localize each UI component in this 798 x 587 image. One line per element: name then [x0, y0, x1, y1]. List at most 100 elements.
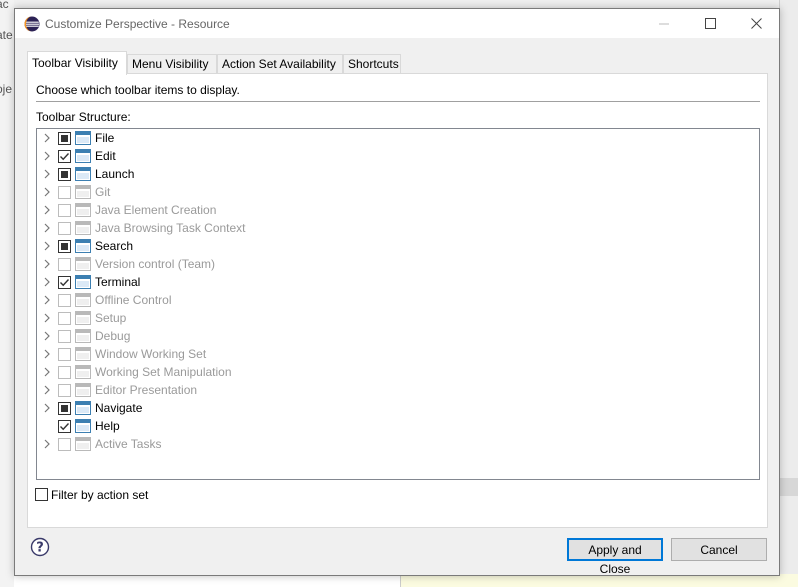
- maximize-button[interactable]: [687, 9, 733, 38]
- chevron-right-icon[interactable]: [43, 223, 51, 233]
- tree-item-label: Terminal: [95, 275, 141, 289]
- tree-item[interactable]: Active Tasks: [37, 435, 757, 453]
- chevron-right-icon[interactable]: [43, 367, 51, 377]
- chevron-right-icon[interactable]: [43, 241, 51, 251]
- help-icon[interactable]: ?: [30, 537, 50, 557]
- panel-description: Choose which toolbar items to display.: [36, 83, 240, 97]
- tab-toolbar-visibility[interactable]: Toolbar Visibility: [27, 51, 127, 75]
- toolbar-icon: [75, 239, 91, 253]
- apply-and-close-button[interactable]: Apply and Close: [567, 538, 663, 576]
- toolbar-icon: [75, 365, 91, 379]
- background-fragment: ac: [0, 0, 9, 11]
- tree-item[interactable]: Navigate: [37, 399, 757, 417]
- minimize-icon: [658, 23, 669, 25]
- tab-action-set-availability[interactable]: Action Set Availability: [217, 54, 343, 74]
- filter-checkbox-box[interactable]: [35, 488, 48, 501]
- chevron-right-icon[interactable]: [43, 331, 51, 341]
- tree-item-label: Setup: [95, 311, 127, 325]
- tree-item[interactable]: Help: [37, 417, 757, 435]
- tree-item-label: Launch: [95, 167, 135, 181]
- customize-perspective-dialog: Customize Perspective - Resource Toolbar…: [14, 8, 780, 576]
- tree-item[interactable]: Editor Presentation: [37, 381, 757, 399]
- tree-item-checkbox[interactable]: [58, 204, 71, 217]
- tree-item-label: Java Browsing Task Context: [95, 221, 246, 235]
- close-button[interactable]: [733, 9, 779, 38]
- tree-item-checkbox[interactable]: [58, 258, 71, 271]
- background-ide-left: ac ate oje: [0, 0, 14, 587]
- tree-item[interactable]: Edit: [37, 147, 757, 165]
- chevron-right-icon[interactable]: [43, 133, 51, 143]
- eclipse-icon: [24, 16, 40, 32]
- toolbar-icon: [75, 131, 91, 145]
- tab-shortcuts[interactable]: Shortcuts: [343, 54, 401, 74]
- tree-item[interactable]: Search: [37, 237, 757, 255]
- toolbar-icon: [75, 329, 91, 343]
- tree-item-checkbox[interactable]: [58, 132, 71, 145]
- chevron-right-icon[interactable]: [43, 385, 51, 395]
- toolbar-icon: [75, 167, 91, 181]
- chevron-right-icon[interactable]: [43, 169, 51, 179]
- tree-item-checkbox[interactable]: [58, 240, 71, 253]
- tree-item-checkbox[interactable]: [58, 294, 71, 307]
- tree-item-label: Help: [95, 419, 120, 433]
- background-ide-right: [779, 0, 798, 587]
- chevron-right-icon[interactable]: [43, 403, 51, 413]
- toolbar-visibility-panel: Choose which toolbar items to display. T…: [27, 73, 768, 528]
- toolbar-icon: [75, 149, 91, 163]
- tree-item-checkbox[interactable]: [58, 276, 71, 289]
- tree-item-checkbox[interactable]: [58, 186, 71, 199]
- minimize-button[interactable]: [641, 9, 687, 38]
- tree-item[interactable]: Terminal: [37, 273, 757, 291]
- tree-item[interactable]: Java Browsing Task Context: [37, 219, 757, 237]
- chevron-right-icon[interactable]: [43, 439, 51, 449]
- tree-item[interactable]: Setup: [37, 309, 757, 327]
- tree-item[interactable]: Git: [37, 183, 757, 201]
- chevron-right-icon[interactable]: [43, 277, 51, 287]
- tree-item[interactable]: Window Working Set: [37, 345, 757, 363]
- tree-item-label: Active Tasks: [95, 437, 162, 451]
- chevron-right-icon[interactable]: [43, 151, 51, 161]
- tree-item[interactable]: Java Element Creation: [37, 201, 757, 219]
- tree-item[interactable]: Launch: [37, 165, 757, 183]
- tree-item[interactable]: Working Set Manipulation: [37, 363, 757, 381]
- toolbar-icon: [75, 347, 91, 361]
- tree-item-checkbox[interactable]: [58, 384, 71, 397]
- toolbar-structure-label: Toolbar Structure:: [36, 110, 131, 124]
- tree-item[interactable]: File: [37, 129, 757, 147]
- tree-item-checkbox[interactable]: [58, 312, 71, 325]
- tree-item[interactable]: Version control (Team): [37, 255, 757, 273]
- tree-item-checkbox[interactable]: [58, 150, 71, 163]
- chevron-right-icon[interactable]: [43, 349, 51, 359]
- tree-item-checkbox[interactable]: [58, 438, 71, 451]
- tree-item-label: Version control (Team): [95, 257, 216, 271]
- tree-item-label: Navigate: [95, 401, 143, 415]
- chevron-right-icon[interactable]: [43, 187, 51, 197]
- background-fragment: oje: [0, 82, 13, 96]
- toolbar-icon: [75, 275, 91, 289]
- tree-item-checkbox[interactable]: [58, 420, 71, 433]
- tree-item[interactable]: Debug: [37, 327, 757, 345]
- tree-item-checkbox[interactable]: [58, 402, 71, 415]
- toolbar-icon: [75, 257, 91, 271]
- chevron-right-icon[interactable]: [43, 313, 51, 323]
- toolbar-icon: [75, 437, 91, 451]
- toolbar-icon: [75, 185, 91, 199]
- tree-item-checkbox[interactable]: [58, 222, 71, 235]
- tree-item-label: Edit: [95, 149, 116, 163]
- tree-item-checkbox[interactable]: [58, 348, 71, 361]
- filter-label: Filter by action set: [51, 488, 149, 502]
- tree-item-checkbox[interactable]: [58, 366, 71, 379]
- toolbar-icon: [75, 293, 91, 307]
- tree-item-label: Git: [95, 185, 111, 199]
- toolbar-structure-tree[interactable]: File Edit Launch Git Java Element Creation Ja…: [36, 128, 760, 480]
- tree-item-checkbox[interactable]: [58, 168, 71, 181]
- tree-item-checkbox[interactable]: [58, 330, 71, 343]
- tab-menu-visibility[interactable]: Menu Visibility: [127, 54, 217, 74]
- chevron-right-icon[interactable]: [43, 295, 51, 305]
- chevron-right-icon[interactable]: [43, 205, 51, 215]
- title-bar[interactable]: Customize Perspective - Resource: [15, 9, 779, 38]
- chevron-right-icon[interactable]: [43, 259, 51, 269]
- tree-item[interactable]: Offline Control: [37, 291, 757, 309]
- tree-item-label: File: [95, 131, 115, 145]
- cancel-button[interactable]: Cancel: [671, 538, 767, 561]
